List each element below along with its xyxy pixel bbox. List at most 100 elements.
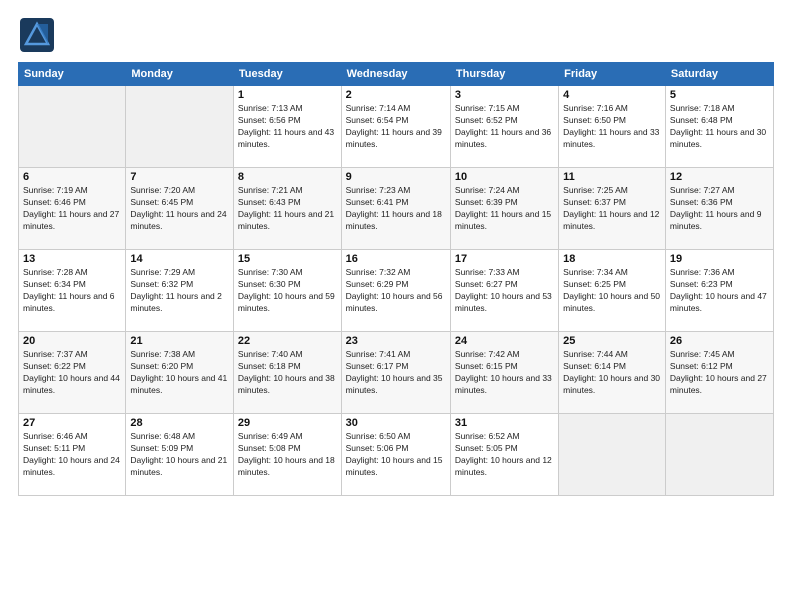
calendar-cell: 12 Sunrise: 7:27 AM Sunset: 6:36 PM Dayli… [665,168,773,250]
day-number: 11 [563,171,661,183]
calendar-cell: 9 Sunrise: 7:23 AM Sunset: 6:41 PM Daylig… [341,168,450,250]
day-detail: Sunrise: 7:41 AM Sunset: 6:17 PM Dayligh… [346,349,446,397]
calendar-cell: 18 Sunrise: 7:34 AM Sunset: 6:25 PM Dayli… [559,250,666,332]
calendar-cell: 22 Sunrise: 7:40 AM Sunset: 6:18 PM Dayli… [233,332,341,414]
day-number: 2 [346,89,446,101]
day-detail: Sunrise: 7:33 AM Sunset: 6:27 PM Dayligh… [455,267,554,315]
calendar-cell [126,86,234,168]
day-number: 22 [238,335,337,347]
logo-icon [18,16,56,54]
calendar-cell: 11Sunrise: 7:25 AM Sunset: 6:37 PM Dayli… [559,168,666,250]
day-detail: Sunrise: 7:36 AM Sunset: 6:23 PM Dayligh… [670,267,769,315]
day-number: 9 [346,171,446,183]
calendar-cell: 26 Sunrise: 7:45 AM Sunset: 6:12 PM Dayli… [665,332,773,414]
day-detail: Sunrise: 6:50 AM Sunset: 5:06 PM Dayligh… [346,431,446,479]
weekday-header-tuesday: Tuesday [233,63,341,86]
day-number: 25 [563,335,661,347]
calendar-cell: 29Sunrise: 6:49 AM Sunset: 5:08 PM Dayli… [233,414,341,496]
calendar-week-row: 13Sunrise: 7:28 AM Sunset: 6:34 PM Dayli… [19,250,774,332]
day-number: 12 [670,171,769,183]
day-detail: Sunrise: 7:30 AM Sunset: 6:30 PM Dayligh… [238,267,337,315]
logo [18,16,60,54]
calendar-week-row: 20 Sunrise: 7:37 AM Sunset: 6:22 PM Dayli… [19,332,774,414]
calendar-cell: 5 Sunrise: 7:18 AM Sunset: 6:48 PM Daylig… [665,86,773,168]
calendar-cell: 13Sunrise: 7:28 AM Sunset: 6:34 PM Dayli… [19,250,126,332]
day-number: 1 [238,89,337,101]
day-number: 8 [238,171,337,183]
calendar-cell: 7 Sunrise: 7:20 AM Sunset: 6:45 PM Daylig… [126,168,234,250]
calendar-cell: 8 Sunrise: 7:21 AM Sunset: 6:43 PM Daylig… [233,168,341,250]
day-number: 27 [23,417,121,429]
calendar-cell: 19 Sunrise: 7:36 AM Sunset: 6:23 PM Dayli… [665,250,773,332]
day-detail: Sunrise: 7:40 AM Sunset: 6:18 PM Dayligh… [238,349,337,397]
calendar-cell: 30 Sunrise: 6:50 AM Sunset: 5:06 PM Dayli… [341,414,450,496]
calendar-cell: 20 Sunrise: 7:37 AM Sunset: 6:22 PM Dayli… [19,332,126,414]
calendar-cell: 6 Sunrise: 7:19 AM Sunset: 6:46 PM Daylig… [19,168,126,250]
calendar-cell [19,86,126,168]
day-number: 26 [670,335,769,347]
day-number: 16 [346,253,446,265]
calendar-cell: 4Sunrise: 7:16 AM Sunset: 6:50 PM Daylig… [559,86,666,168]
calendar-cell: 27 Sunrise: 6:46 AM Sunset: 5:11 PM Dayli… [19,414,126,496]
day-detail: Sunrise: 6:46 AM Sunset: 5:11 PM Dayligh… [23,431,121,479]
day-number: 23 [346,335,446,347]
calendar-cell [559,414,666,496]
calendar-cell: 17Sunrise: 7:33 AM Sunset: 6:27 PM Dayli… [450,250,558,332]
day-detail: Sunrise: 7:34 AM Sunset: 6:25 PM Dayligh… [563,267,661,315]
day-number: 14 [130,253,229,265]
header [18,16,774,54]
day-number: 6 [23,171,121,183]
calendar-week-row: 27 Sunrise: 6:46 AM Sunset: 5:11 PM Dayli… [19,414,774,496]
day-number: 28 [130,417,229,429]
day-detail: Sunrise: 7:29 AM Sunset: 6:32 PM Dayligh… [130,267,229,315]
weekday-header-saturday: Saturday [665,63,773,86]
calendar-cell: 21Sunrise: 7:38 AM Sunset: 6:20 PM Dayli… [126,332,234,414]
day-detail: Sunrise: 7:13 AM Sunset: 6:56 PM Dayligh… [238,103,337,151]
calendar-week-row: 1 Sunrise: 7:13 AM Sunset: 6:56 PM Daylig… [19,86,774,168]
calendar-cell [665,414,773,496]
day-detail: Sunrise: 7:27 AM Sunset: 6:36 PM Dayligh… [670,185,769,233]
calendar-week-row: 6 Sunrise: 7:19 AM Sunset: 6:46 PM Daylig… [19,168,774,250]
day-number: 20 [23,335,121,347]
day-detail: Sunrise: 7:15 AM Sunset: 6:52 PM Dayligh… [455,103,554,151]
day-detail: Sunrise: 7:19 AM Sunset: 6:46 PM Dayligh… [23,185,121,233]
day-number: 3 [455,89,554,101]
calendar-cell: 1 Sunrise: 7:13 AM Sunset: 6:56 PM Daylig… [233,86,341,168]
calendar-header-row: SundayMondayTuesdayWednesdayThursdayFrid… [19,63,774,86]
day-number: 29 [238,417,337,429]
calendar-cell: 16Sunrise: 7:32 AM Sunset: 6:29 PM Dayli… [341,250,450,332]
day-detail: Sunrise: 7:18 AM Sunset: 6:48 PM Dayligh… [670,103,769,151]
day-detail: Sunrise: 7:37 AM Sunset: 6:22 PM Dayligh… [23,349,121,397]
weekday-header-sunday: Sunday [19,63,126,86]
calendar-cell: 10Sunrise: 7:24 AM Sunset: 6:39 PM Dayli… [450,168,558,250]
day-number: 30 [346,417,446,429]
weekday-header-monday: Monday [126,63,234,86]
day-detail: Sunrise: 7:21 AM Sunset: 6:43 PM Dayligh… [238,185,337,233]
calendar-cell: 24Sunrise: 7:42 AM Sunset: 6:15 PM Dayli… [450,332,558,414]
calendar: SundayMondayTuesdayWednesdayThursdayFrid… [18,62,774,496]
calendar-cell: 15 Sunrise: 7:30 AM Sunset: 6:30 PM Dayli… [233,250,341,332]
weekday-header-friday: Friday [559,63,666,86]
day-detail: Sunrise: 7:14 AM Sunset: 6:54 PM Dayligh… [346,103,446,151]
calendar-cell: 31Sunrise: 6:52 AM Sunset: 5:05 PM Dayli… [450,414,558,496]
day-number: 31 [455,417,554,429]
calendar-cell: 25Sunrise: 7:44 AM Sunset: 6:14 PM Dayli… [559,332,666,414]
calendar-cell: 28 Sunrise: 6:48 AM Sunset: 5:09 PM Dayli… [126,414,234,496]
day-number: 10 [455,171,554,183]
day-number: 19 [670,253,769,265]
day-detail: Sunrise: 7:20 AM Sunset: 6:45 PM Dayligh… [130,185,229,233]
day-number: 21 [130,335,229,347]
day-number: 5 [670,89,769,101]
day-number: 18 [563,253,661,265]
calendar-cell: 3 Sunrise: 7:15 AM Sunset: 6:52 PM Daylig… [450,86,558,168]
day-detail: Sunrise: 6:48 AM Sunset: 5:09 PM Dayligh… [130,431,229,479]
page: SundayMondayTuesdayWednesdayThursdayFrid… [0,0,792,612]
day-number: 15 [238,253,337,265]
calendar-cell: 23 Sunrise: 7:41 AM Sunset: 6:17 PM Dayli… [341,332,450,414]
day-detail: Sunrise: 7:16 AM Sunset: 6:50 PM Dayligh… [563,103,661,151]
calendar-cell: 14 Sunrise: 7:29 AM Sunset: 6:32 PM Dayli… [126,250,234,332]
day-detail: Sunrise: 7:23 AM Sunset: 6:41 PM Dayligh… [346,185,446,233]
day-detail: Sunrise: 7:45 AM Sunset: 6:12 PM Dayligh… [670,349,769,397]
weekday-header-wednesday: Wednesday [341,63,450,86]
day-number: 7 [130,171,229,183]
